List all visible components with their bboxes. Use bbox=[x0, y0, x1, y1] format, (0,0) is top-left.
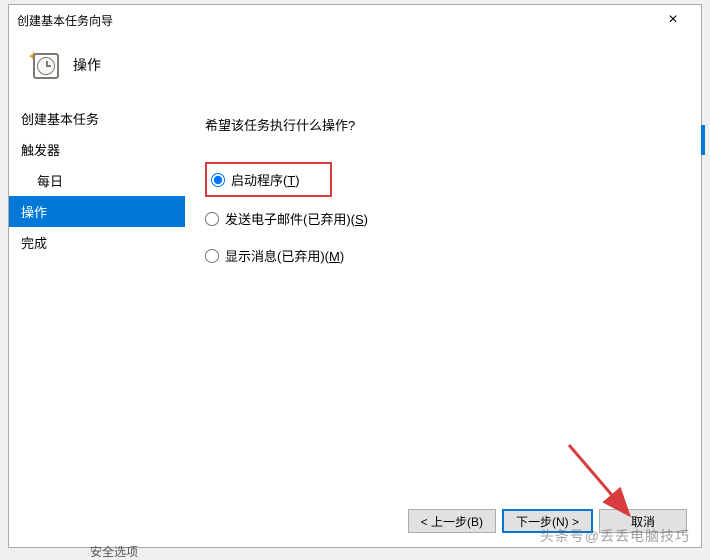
action-radio-group: 启动程序(T) 发送电子邮件(已弃用)(S) 显示消息(已弃用)(M) bbox=[205, 162, 681, 269]
wizard-content: 希望该任务执行什么操作? 启动程序(T) 发送电子邮件(已弃用)(S) bbox=[185, 99, 701, 509]
wizard-header: ✦ 操作 bbox=[9, 35, 701, 99]
page-heading: 操作 bbox=[73, 55, 101, 75]
sidebar-item-finish[interactable]: 完成 bbox=[9, 227, 185, 258]
back-button[interactable]: < 上一步(B) bbox=[408, 509, 496, 533]
radio-label: 发送电子邮件(已弃用)(S) bbox=[225, 209, 368, 228]
window-title: 创建基本任务向导 bbox=[17, 12, 653, 29]
radio-display-message-input[interactable] bbox=[205, 249, 219, 263]
sidebar-item-action[interactable]: 操作 bbox=[9, 196, 185, 227]
edge-accent bbox=[701, 125, 705, 155]
close-button[interactable]: × bbox=[653, 11, 693, 29]
radio-label: 启动程序(T) bbox=[231, 170, 300, 189]
titlebar: 创建基本任务向导 × bbox=[9, 5, 701, 35]
wizard-body: 创建基本任务 触发器 每日 操作 完成 希望该任务执行什么操作? 启动程序(T)… bbox=[9, 99, 701, 509]
cancel-button[interactable]: 取消 bbox=[599, 509, 687, 533]
action-prompt: 希望该任务执行什么操作? bbox=[205, 115, 681, 134]
radio-start-program[interactable]: 启动程序(T) bbox=[205, 162, 332, 197]
radio-start-program-input[interactable] bbox=[211, 173, 225, 187]
sidebar-item-trigger[interactable]: 触发器 bbox=[9, 134, 185, 165]
task-scheduler-icon: ✦ bbox=[29, 49, 61, 81]
radio-send-email-input[interactable] bbox=[205, 212, 219, 226]
sidebar-item-daily[interactable]: 每日 bbox=[9, 165, 185, 196]
wizard-steps-sidebar: 创建基本任务 触发器 每日 操作 完成 bbox=[9, 99, 185, 509]
wizard-button-bar: < 上一步(B) 下一步(N) > 取消 bbox=[408, 509, 687, 533]
radio-send-email[interactable]: 发送电子邮件(已弃用)(S) bbox=[205, 205, 681, 232]
next-button[interactable]: 下一步(N) > bbox=[502, 509, 593, 533]
wizard-dialog: 创建基本任务向导 × ✦ 操作 创建基本任务 触发器 每日 操作 完成 希望该任… bbox=[8, 4, 702, 548]
stray-text: 安全选项 bbox=[90, 543, 138, 560]
radio-label: 显示消息(已弃用)(M) bbox=[225, 246, 344, 265]
sidebar-item-create-task[interactable]: 创建基本任务 bbox=[9, 103, 185, 134]
radio-display-message[interactable]: 显示消息(已弃用)(M) bbox=[205, 242, 681, 269]
